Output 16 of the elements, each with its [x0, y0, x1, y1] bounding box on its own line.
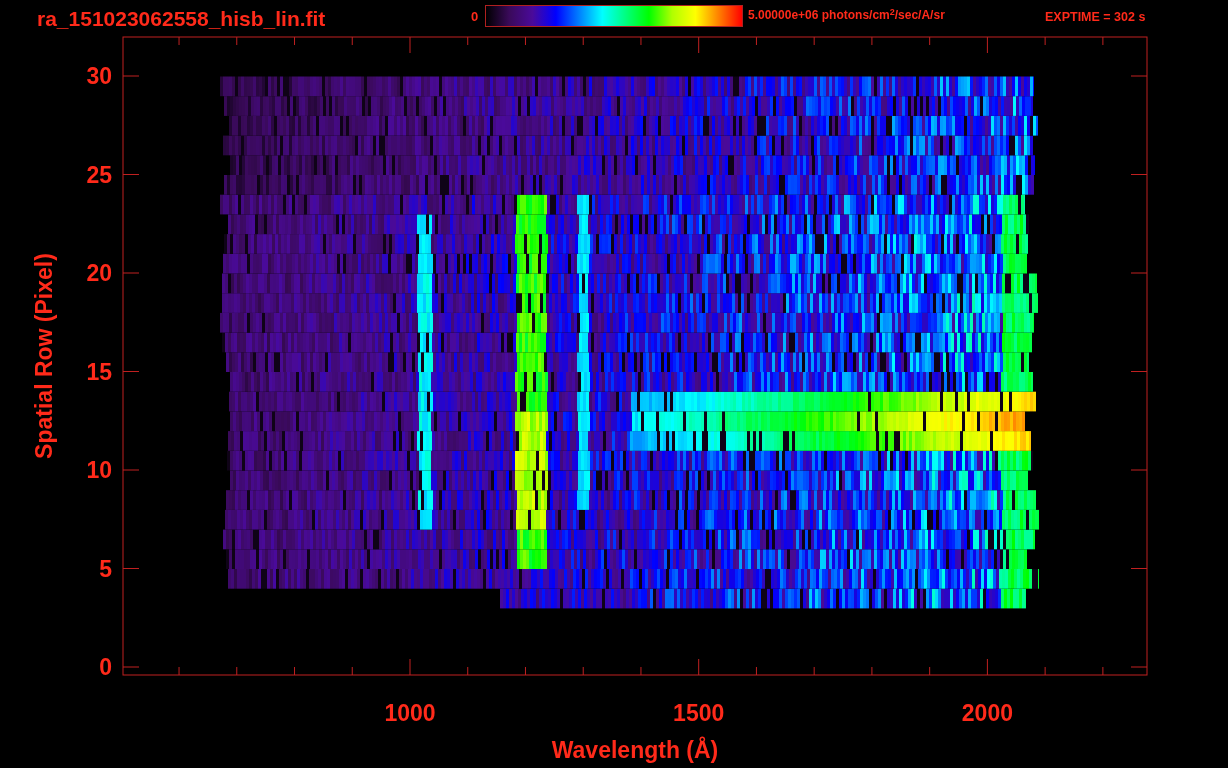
- exposure-time: EXPTIME = 302 s: [1045, 11, 1146, 24]
- x-tick-label: 1500: [673, 700, 725, 726]
- y-tick-label: 10: [86, 457, 112, 483]
- x-tick-label: 2000: [961, 700, 1013, 726]
- y-tick-label: 30: [86, 63, 112, 89]
- y-tick-label: 25: [86, 161, 112, 188]
- plot-title: ra_151023062558_hisb_lin.fit: [37, 7, 326, 29]
- colorbar-min-label: 0: [471, 10, 479, 23]
- y-tick-label: 0: [99, 654, 112, 680]
- y-tick-label: 20: [86, 260, 112, 286]
- x-axis-label: Wavelength (Å): [551, 737, 719, 763]
- x-tick-label: 1000: [384, 700, 436, 726]
- y-tick-label: 15: [86, 358, 112, 385]
- colorbar-max-label: 5.00000e+06 photons/cm$^{2}$/sec/A/sr: [748, 9, 945, 21]
- y-tick-label: 5: [99, 555, 112, 582]
- y-axis-label: Spatial Row (Pixel): [31, 253, 57, 459]
